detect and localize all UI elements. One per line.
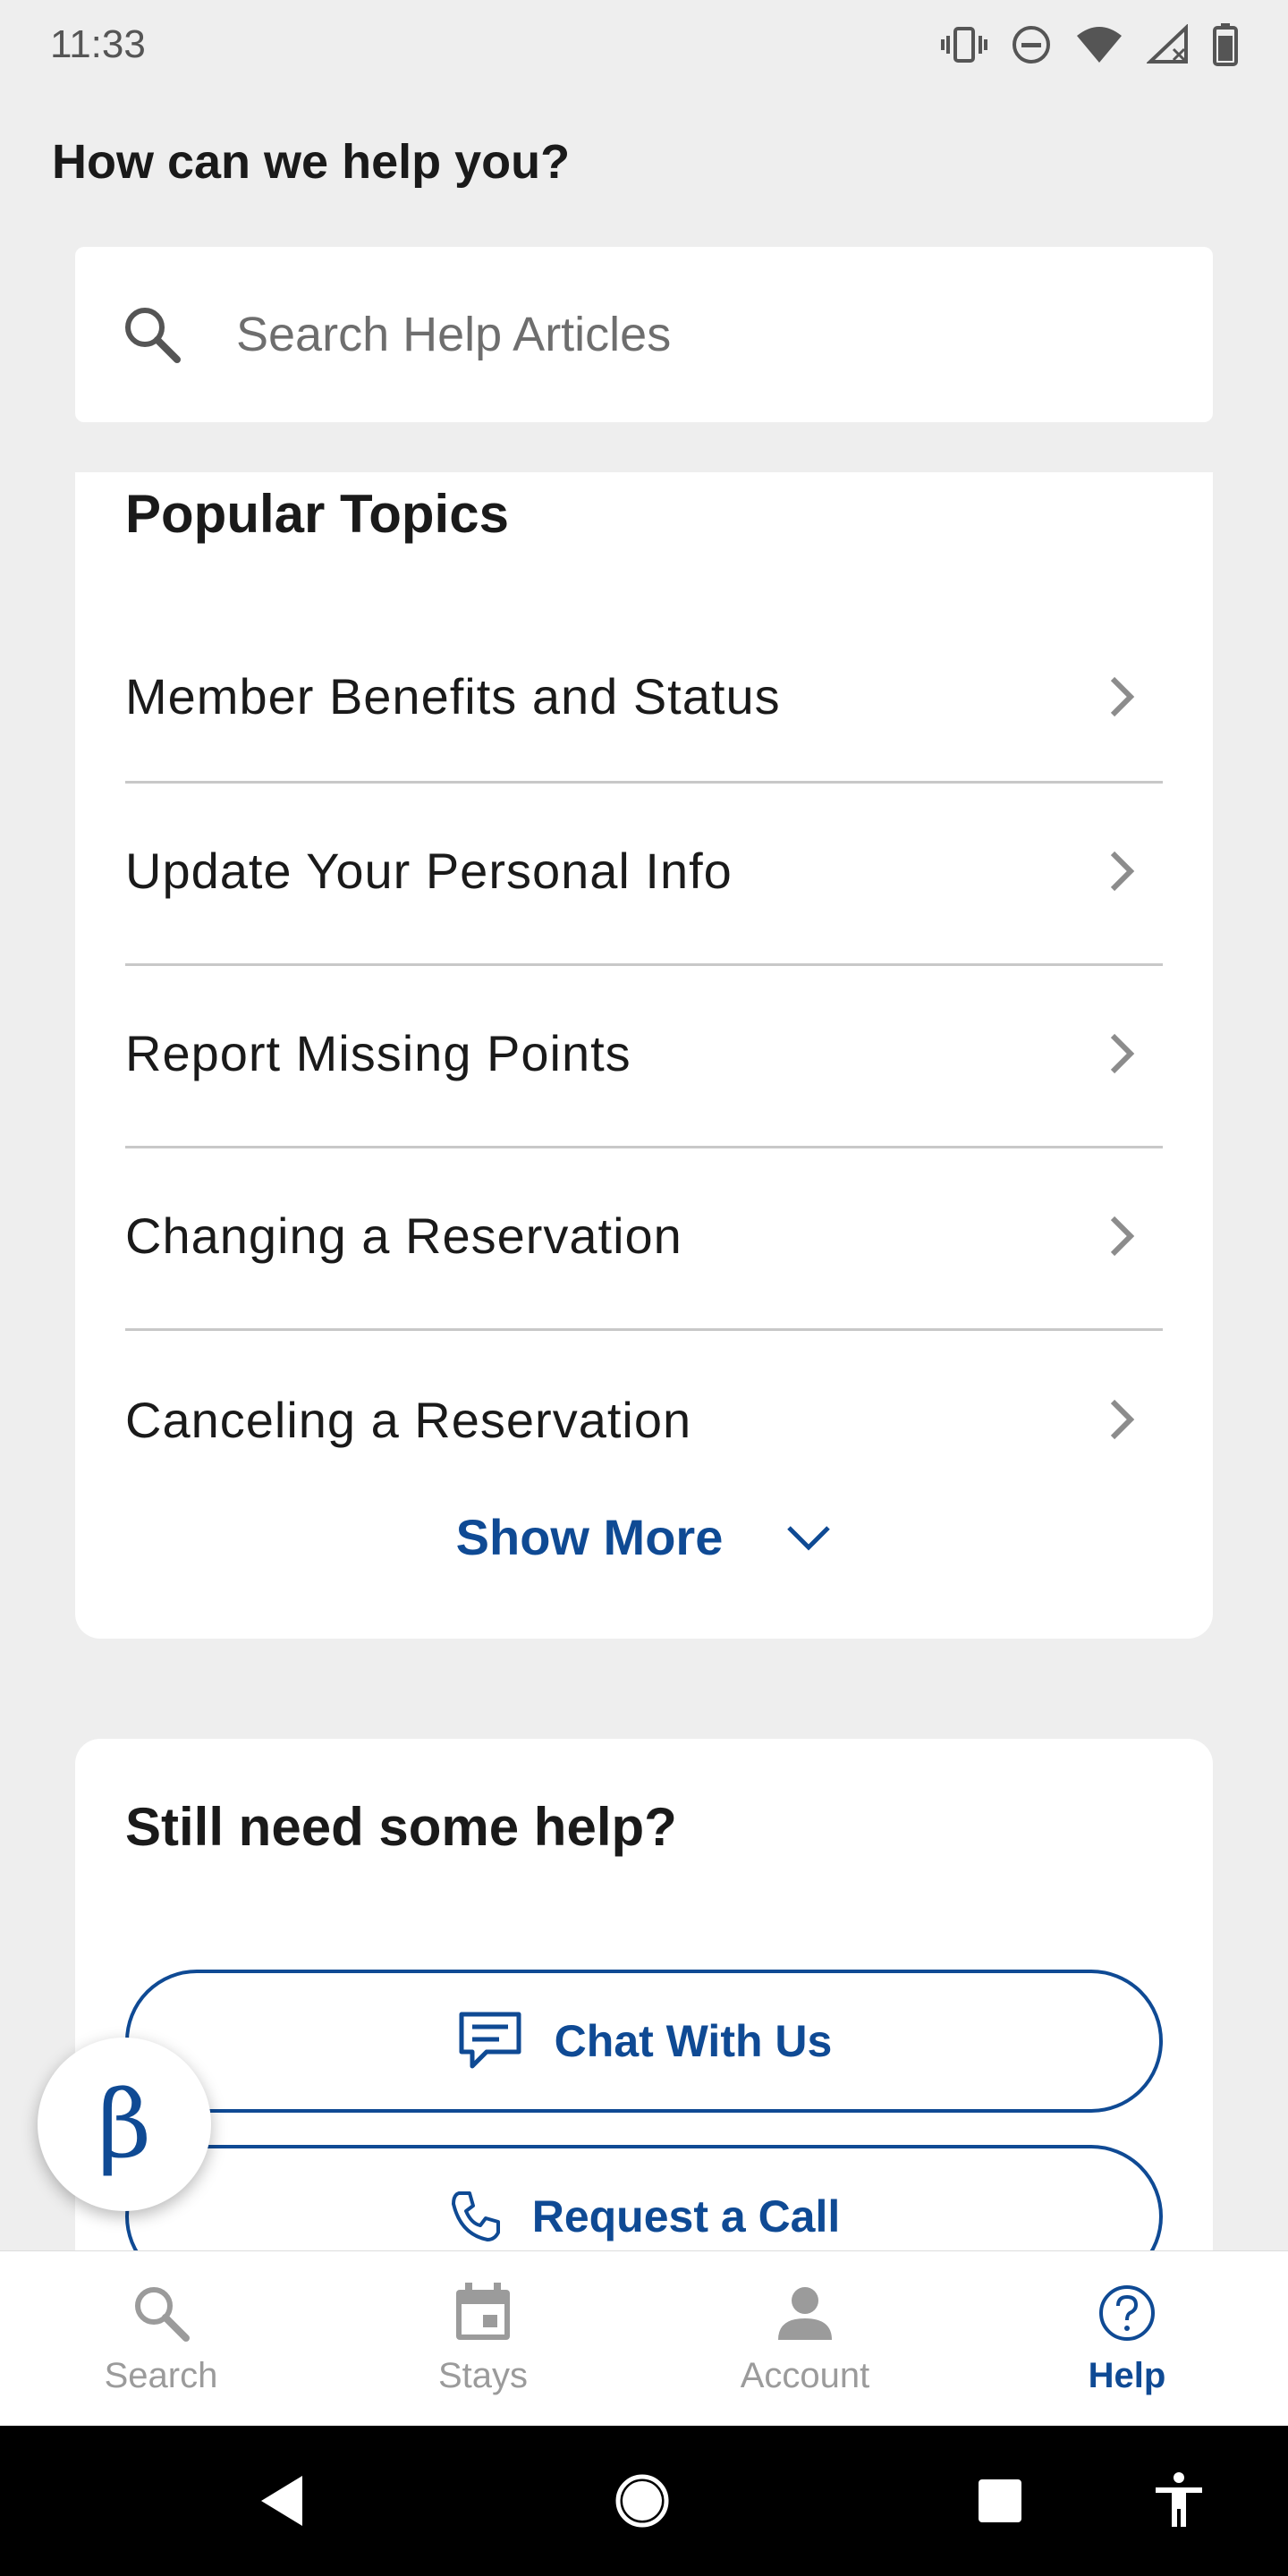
topic-label: Canceling a Reservation [125,1391,692,1448]
chevron-right-icon [1110,676,1135,716]
chevron-right-icon [1110,1216,1135,1256]
nav-label: Account [740,2356,870,2395]
topic-label: Update Your Personal Info [125,843,733,899]
chevron-right-icon [1110,1399,1135,1440]
nav-label: Stays [437,2356,529,2395]
nav-item-search[interactable]: Search [0,2251,322,2426]
chevron-down-icon [787,1525,831,1551]
topic-item-update-info[interactable]: Update Your Personal Info [125,784,1163,966]
system-nav-bar [0,2426,1288,2576]
accessibility-icon[interactable] [1154,2471,1204,2530]
person-icon [778,2287,832,2340]
topic-label: Changing a Reservation [125,1208,682,1264]
still-need-help-card: Still need some help? Chat With Us Reque… [75,1739,1213,2288]
topic-label: Member Benefits and Status [125,668,781,724]
nav-label: Help [1088,2356,1166,2395]
topic-label: Report Missing Points [125,1025,631,1081]
calendar-icon [456,2283,510,2340]
popular-topics-card: Popular Topics Member Benefits and Statu… [75,472,1213,1639]
chevron-right-icon [1110,851,1135,891]
show-more-button[interactable]: Show More [75,1508,1213,1566]
status-bar: 11:33 [0,0,1288,89]
search-icon [125,308,181,363]
home-icon[interactable] [614,2472,671,2529]
chat-label: Chat With Us [554,2016,833,2066]
bottom-nav: Search Stays Account Help [0,2250,1288,2426]
beta-fab-button[interactable]: β [38,2038,211,2211]
help-title: Still need some help? [125,1797,677,1857]
phone-icon [451,2191,500,2241]
chat-icon [459,2012,521,2069]
vibrate-icon [941,27,987,63]
topic-item-canceling-reservation[interactable]: Canceling a Reservation [125,1331,1163,1513]
cell-signal-icon [1147,24,1188,64]
topic-item-member-benefits[interactable]: Member Benefits and Status [125,617,1163,784]
nav-item-stays[interactable]: Stays [322,2251,644,2426]
back-icon[interactable] [258,2474,306,2528]
status-icons [941,23,1238,66]
topic-item-changing-reservation[interactable]: Changing a Reservation [125,1148,1163,1331]
recents-icon[interactable] [977,2478,1023,2524]
battery-icon [1213,23,1238,66]
chevron-right-icon [1110,1033,1135,1073]
page-title: How can we help you? [52,135,571,189]
status-time: 11:33 [50,22,146,66]
search-bar[interactable] [75,247,1213,422]
nav-label: Search [104,2356,218,2395]
search-icon [135,2287,190,2342]
nav-item-help[interactable]: Help [966,2251,1288,2426]
topic-item-missing-points[interactable]: Report Missing Points [125,966,1163,1148]
help-circle-icon [1099,2285,1155,2341]
call-label: Request a Call [531,2191,841,2241]
search-input[interactable] [236,307,1041,362]
popular-topics-title: Popular Topics [125,484,509,544]
topic-list: Member Benefits and Status Update Your P… [125,617,1163,1513]
wifi-icon [1077,27,1122,63]
show-more-label: Show More [455,1509,724,1565]
do-not-disturb-icon [1013,26,1050,64]
chat-with-us-button[interactable]: Chat With Us [125,1970,1163,2113]
nav-item-account[interactable]: Account [644,2251,966,2426]
